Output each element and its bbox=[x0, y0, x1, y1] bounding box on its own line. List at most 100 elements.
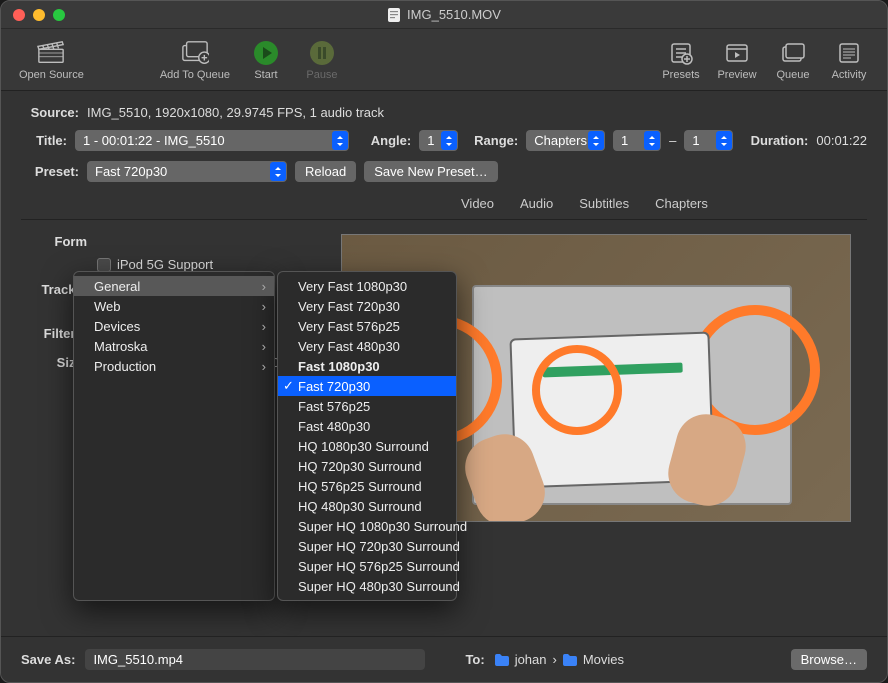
add-to-queue-label: Add To Queue bbox=[160, 69, 230, 81]
presets-button[interactable]: Presets bbox=[653, 39, 709, 81]
ipod-checkbox[interactable]: iPod 5G Support bbox=[97, 257, 321, 272]
range-label: Range: bbox=[474, 133, 518, 148]
chevron-right-icon: › bbox=[262, 299, 266, 314]
preview-label: Preview bbox=[717, 69, 756, 81]
preset-item[interactable]: Super HQ 1080p30 Surround bbox=[278, 516, 456, 536]
tabs: Video Audio Subtitles Chapters bbox=[21, 192, 867, 220]
preset-item[interactable]: Very Fast 576p25 bbox=[278, 316, 456, 336]
browse-button[interactable]: Browse… bbox=[791, 649, 867, 670]
preset-item[interactable]: Super HQ 576p25 Surround bbox=[278, 556, 456, 576]
stepper-icon bbox=[716, 131, 732, 150]
path-sep: › bbox=[553, 652, 557, 667]
title-value: 1 - 00:01:22 - IMG_5510 bbox=[83, 133, 225, 148]
preset-item[interactable]: HQ 576p25 Surround bbox=[278, 476, 456, 496]
range-start-popup[interactable]: 1 bbox=[613, 130, 661, 151]
range-start-value: 1 bbox=[621, 133, 628, 148]
pause-button: Pause bbox=[294, 39, 350, 81]
chevron-right-icon: › bbox=[262, 279, 266, 294]
window-title: IMG_5510.MOV bbox=[1, 7, 887, 22]
start-button[interactable]: Start bbox=[238, 39, 294, 81]
preset-item[interactable]: Fast 576p25 bbox=[278, 396, 456, 416]
preset-popup[interactable]: Fast 720p30 bbox=[87, 161, 287, 182]
stepper-icon bbox=[270, 162, 286, 181]
range-end-value: 1 bbox=[692, 133, 699, 148]
reload-button[interactable]: Reload bbox=[295, 161, 356, 182]
range-mode-popup[interactable]: Chapters bbox=[526, 130, 605, 151]
activity-icon bbox=[835, 39, 863, 67]
close-icon[interactable] bbox=[13, 9, 25, 21]
ipod-label: iPod 5G Support bbox=[117, 257, 213, 272]
add-to-queue-button[interactable]: Add To Queue bbox=[152, 39, 238, 81]
preset-item[interactable]: Very Fast 480p30 bbox=[278, 336, 456, 356]
preset-label: Preset: bbox=[21, 164, 79, 179]
range-sep: – bbox=[669, 133, 676, 148]
menu-item-devices[interactable]: Devices› bbox=[74, 316, 274, 336]
title-popup[interactable]: 1 - 00:01:22 - IMG_5510 bbox=[75, 130, 349, 151]
preset-item[interactable]: Super HQ 720p30 Surround bbox=[278, 536, 456, 556]
angle-value: 1 bbox=[427, 133, 434, 148]
content-area: Source: IMG_5510, 1920x1080, 29.9745 FPS… bbox=[1, 91, 887, 636]
angle-popup[interactable]: 1 bbox=[419, 130, 458, 151]
queue-icon bbox=[779, 39, 807, 67]
save-new-preset-button[interactable]: Save New Preset… bbox=[364, 161, 497, 182]
tab-audio[interactable]: Audio bbox=[518, 192, 555, 219]
folder-icon bbox=[495, 654, 509, 666]
pause-icon bbox=[308, 39, 336, 67]
preset-item[interactable]: HQ 720p30 Surround bbox=[278, 456, 456, 476]
queue-button[interactable]: Queue bbox=[765, 39, 821, 81]
footer: Save As: IMG_5510.mp4 To: johan › Movies… bbox=[1, 636, 887, 682]
play-icon bbox=[252, 39, 280, 67]
browse-label: Browse… bbox=[801, 652, 857, 667]
preset-item[interactable]: Fast 480p30 bbox=[278, 416, 456, 436]
activity-button[interactable]: Activity bbox=[821, 39, 877, 81]
start-label: Start bbox=[254, 69, 277, 81]
menu-item-general[interactable]: General› bbox=[74, 276, 274, 296]
stepper-icon bbox=[332, 131, 348, 150]
preset-submenu: Very Fast 1080p30Very Fast 720p30Very Fa… bbox=[277, 271, 457, 601]
tab-subtitles[interactable]: Subtitles bbox=[577, 192, 631, 219]
range-end-popup[interactable]: 1 bbox=[684, 130, 732, 151]
duration-value: 00:01:22 bbox=[816, 133, 867, 148]
title-label: Title: bbox=[21, 133, 67, 148]
checkbox-icon bbox=[97, 258, 111, 272]
save-as-value: IMG_5510.mp4 bbox=[93, 652, 183, 667]
to-label: To: bbox=[465, 652, 484, 667]
stepper-icon bbox=[644, 131, 660, 150]
preset-item[interactable]: Very Fast 720p30 bbox=[278, 296, 456, 316]
preset-item[interactable]: Super HQ 480p30 Surround bbox=[278, 576, 456, 596]
destination-path[interactable]: johan › Movies bbox=[495, 652, 624, 667]
open-source-button[interactable]: Open Source bbox=[11, 39, 92, 81]
preset-value: Fast 720p30 bbox=[95, 164, 167, 179]
queue-label: Queue bbox=[776, 69, 809, 81]
tab-video[interactable]: Video bbox=[459, 192, 496, 219]
save-new-preset-label: Save New Preset… bbox=[374, 164, 487, 179]
save-as-field[interactable]: IMG_5510.mp4 bbox=[85, 649, 425, 670]
chevron-right-icon: › bbox=[262, 339, 266, 354]
stepper-icon bbox=[441, 131, 457, 150]
pause-label: Pause bbox=[306, 69, 337, 81]
chevron-right-icon: › bbox=[262, 359, 266, 374]
stepper-icon bbox=[588, 131, 604, 150]
chevron-right-icon: › bbox=[262, 319, 266, 334]
angle-label: Angle: bbox=[371, 133, 411, 148]
menu-item-web[interactable]: Web› bbox=[74, 296, 274, 316]
zoom-icon[interactable] bbox=[53, 9, 65, 21]
add-to-queue-icon bbox=[181, 39, 209, 67]
app-window: IMG_5510.MOV Open Source Add To Queue St… bbox=[0, 0, 888, 683]
preset-item[interactable]: HQ 480p30 Surround bbox=[278, 496, 456, 516]
preset-category-menu: General›Web›Devices›Matroska›Production› bbox=[73, 271, 275, 601]
menu-item-production[interactable]: Production› bbox=[74, 356, 274, 376]
preset-item[interactable]: Fast 720p30 bbox=[278, 376, 456, 396]
preset-item[interactable]: HQ 1080p30 Surround bbox=[278, 436, 456, 456]
minimize-icon[interactable] bbox=[33, 9, 45, 21]
range-mode-value: Chapters bbox=[534, 133, 587, 148]
tab-chapters[interactable]: Chapters bbox=[653, 192, 710, 219]
preset-item[interactable]: Very Fast 1080p30 bbox=[278, 276, 456, 296]
folder-icon bbox=[563, 654, 577, 666]
preset-menu-cascade: General›Web›Devices›Matroska›Production›… bbox=[73, 271, 457, 601]
presets-icon bbox=[667, 39, 695, 67]
preset-item[interactable]: Fast 1080p30 bbox=[278, 356, 456, 376]
menu-item-matroska[interactable]: Matroska› bbox=[74, 336, 274, 356]
window-title-text: IMG_5510.MOV bbox=[407, 7, 501, 22]
preview-button[interactable]: Preview bbox=[709, 39, 765, 81]
